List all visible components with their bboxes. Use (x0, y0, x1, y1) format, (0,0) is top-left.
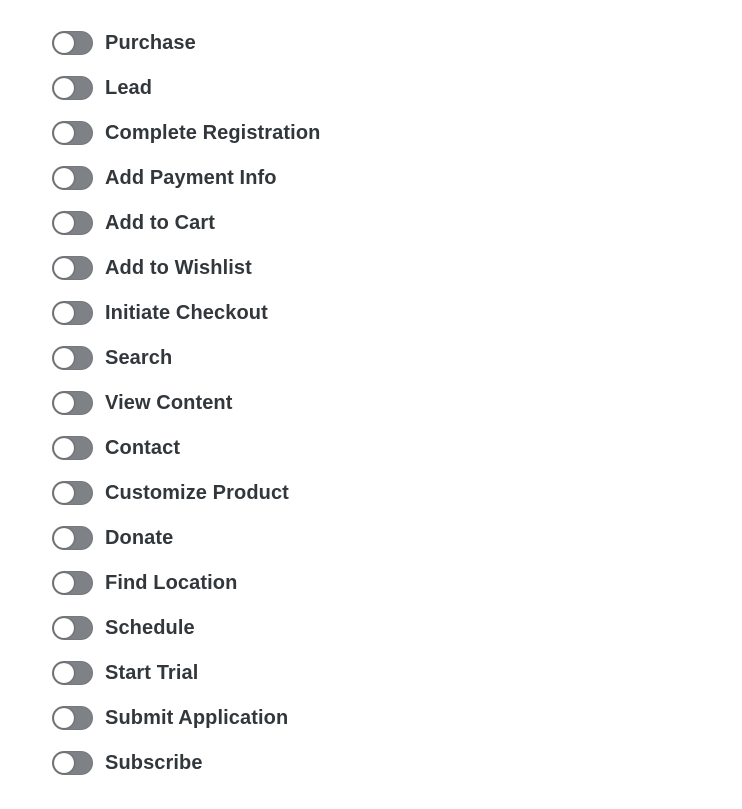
toggle-row-purchase: Purchase (52, 31, 320, 55)
toggle-knob (54, 528, 74, 548)
toggle-knob (54, 33, 74, 53)
toggle-donate[interactable] (52, 526, 93, 550)
toggle-label: Initiate Checkout (105, 302, 268, 324)
toggle-label: View Content (105, 392, 233, 414)
toggle-label: Purchase (105, 32, 196, 54)
toggle-row-submit-application: Submit Application (52, 706, 320, 730)
toggle-knob (54, 393, 74, 413)
toggle-add-to-cart[interactable] (52, 211, 93, 235)
toggle-row-add-to-wishlist: Add to Wishlist (52, 256, 320, 280)
toggle-knob (54, 213, 74, 233)
toggle-label: Schedule (105, 617, 195, 639)
toggle-contact[interactable] (52, 436, 93, 460)
toggle-row-lead: Lead (52, 76, 320, 100)
toggle-knob (54, 168, 74, 188)
toggle-knob (54, 123, 74, 143)
toggle-label: Find Location (105, 572, 238, 594)
toggle-knob (54, 753, 74, 773)
toggle-knob (54, 618, 74, 638)
toggle-row-complete-registration: Complete Registration (52, 121, 320, 145)
toggle-knob (54, 438, 74, 458)
toggle-row-donate: Donate (52, 526, 320, 550)
toggle-row-add-to-cart: Add to Cart (52, 211, 320, 235)
toggle-label: Complete Registration (105, 122, 321, 144)
toggle-subscribe[interactable] (52, 751, 93, 775)
toggle-label: Add to Cart (105, 212, 215, 234)
toggle-label: Search (105, 347, 173, 369)
toggle-label: Lead (105, 77, 153, 99)
toggle-knob (54, 708, 74, 728)
toggle-row-contact: Contact (52, 436, 320, 460)
toggle-row-customize-product: Customize Product (52, 481, 320, 505)
toggle-view-content[interactable] (52, 391, 93, 415)
toggle-complete-registration[interactable] (52, 121, 93, 145)
toggle-start-trial[interactable] (52, 661, 93, 685)
toggle-knob (54, 483, 74, 503)
toggle-knob (54, 573, 74, 593)
toggle-search[interactable] (52, 346, 93, 370)
toggle-label: Donate (105, 527, 174, 549)
toggle-row-initiate-checkout: Initiate Checkout (52, 301, 320, 325)
toggle-row-start-trial: Start Trial (52, 661, 320, 685)
toggle-add-payment-info[interactable] (52, 166, 93, 190)
toggle-purchase[interactable] (52, 31, 93, 55)
toggle-row-view-content: View Content (52, 391, 320, 415)
toggle-label: Customize Product (105, 482, 289, 504)
toggle-label: Submit Application (105, 707, 289, 729)
toggle-label: Add Payment Info (105, 167, 277, 189)
toggle-label: Contact (105, 437, 181, 459)
toggle-row-add-payment-info: Add Payment Info (52, 166, 320, 190)
toggle-lead[interactable] (52, 76, 93, 100)
toggle-knob (54, 258, 74, 278)
toggle-find-location[interactable] (52, 571, 93, 595)
toggle-schedule[interactable] (52, 616, 93, 640)
toggle-row-find-location: Find Location (52, 571, 320, 595)
toggle-add-to-wishlist[interactable] (52, 256, 93, 280)
toggle-knob (54, 348, 74, 368)
toggle-label: Add to Wishlist (105, 257, 252, 279)
toggle-initiate-checkout[interactable] (52, 301, 93, 325)
toggle-row-subscribe: Subscribe (52, 751, 320, 775)
event-toggle-list: Purchase Lead Complete Registration Add … (52, 31, 320, 796)
toggle-knob (54, 303, 74, 323)
toggle-knob (54, 663, 74, 683)
toggle-label: Subscribe (105, 752, 203, 774)
toggle-submit-application[interactable] (52, 706, 93, 730)
toggle-row-schedule: Schedule (52, 616, 320, 640)
toggle-label: Start Trial (105, 662, 199, 684)
toggle-row-search: Search (52, 346, 320, 370)
toggle-customize-product[interactable] (52, 481, 93, 505)
toggle-knob (54, 78, 74, 98)
